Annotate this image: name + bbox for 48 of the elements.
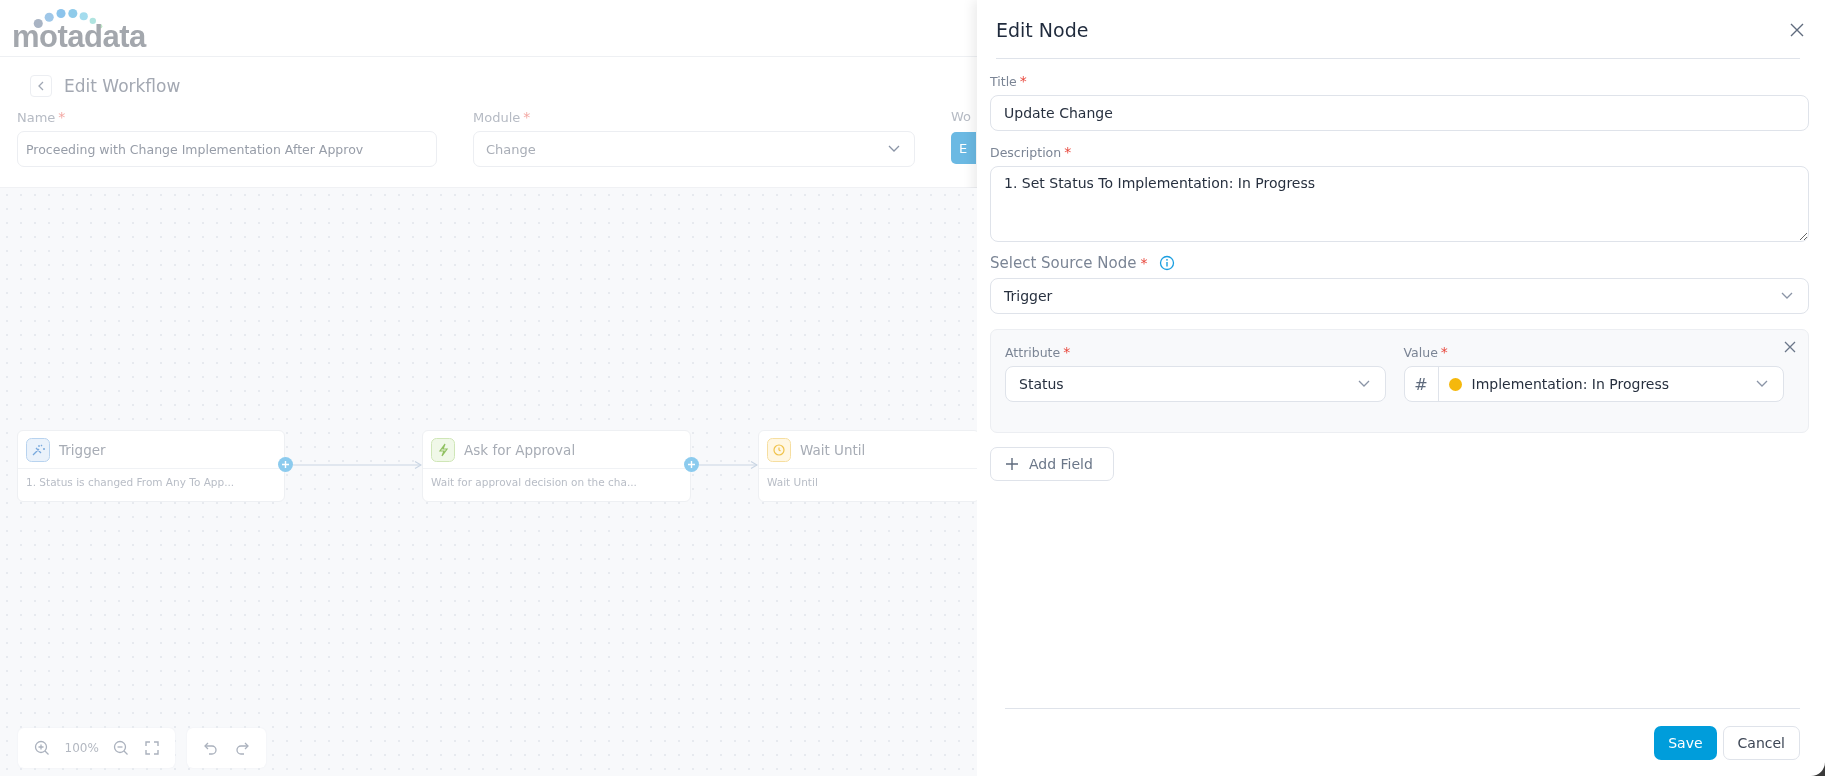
- info-icon[interactable]: [1159, 255, 1176, 271]
- field-label: Value: [1403, 344, 1438, 360]
- save-button[interactable]: Save: [1654, 726, 1717, 760]
- field-label: Select Source Node: [990, 254, 1137, 272]
- node-description: 1. Status is changed From Any To App...: [25, 475, 236, 490]
- add-field-button[interactable]: Add Field: [990, 447, 1114, 481]
- back-button[interactable]: [30, 75, 52, 97]
- logo: motadata: [12, 9, 146, 49]
- lightning-icon: [431, 438, 455, 462]
- hash-prefix: #: [1404, 367, 1439, 401]
- page-title: Edit Workflow: [64, 76, 181, 96]
- cancel-button[interactable]: Cancel: [1722, 726, 1800, 760]
- node-title: Trigger: [59, 442, 106, 458]
- plus-icon: [1005, 457, 1019, 471]
- source-node-dropdown[interactable]: Trigger: [990, 278, 1809, 314]
- required-mark: *: [1019, 73, 1027, 89]
- required-mark: *: [1440, 344, 1448, 360]
- close-icon[interactable]: [1783, 340, 1797, 354]
- clock-icon: [767, 438, 791, 462]
- value-dropdown[interactable]: # Implementation: In Progress: [1403, 366, 1784, 402]
- close-icon[interactable]: [1789, 22, 1805, 38]
- field-label: Title: [990, 73, 1017, 89]
- node-description: Wait Until: [766, 475, 819, 490]
- connector-arrow: [699, 460, 758, 470]
- title-field[interactable]: Update Change: [990, 95, 1809, 131]
- required-mark: *: [523, 109, 531, 125]
- panel-title: Edit Node: [996, 19, 1089, 41]
- add-node-icon[interactable]: [278, 457, 293, 472]
- node-title: Wait Until: [800, 442, 866, 458]
- zoom-in-icon[interactable]: [32, 739, 51, 757]
- wand-icon: [26, 438, 50, 462]
- required-mark: *: [1140, 255, 1148, 271]
- zoom-level: 100%: [64, 741, 99, 755]
- attribute-dropdown[interactable]: Status: [1005, 366, 1386, 402]
- fullscreen-icon[interactable]: [144, 740, 161, 756]
- field-label: Description: [990, 144, 1062, 160]
- required-mark: *: [1064, 144, 1072, 160]
- name-field[interactable]: Proceeding with Change Implementation After Approv: [17, 131, 437, 167]
- field-label: Attribute: [1005, 344, 1061, 360]
- field-label: Name: [17, 109, 56, 125]
- field-label: Wo: [951, 109, 972, 124]
- required-mark: *: [1063, 344, 1071, 360]
- field-label: Module: [473, 109, 521, 125]
- node-description: Wait for approval decision on the cha...: [430, 475, 638, 490]
- description-field[interactable]: 1. Set Status To Implementation: In Progress: [990, 166, 1809, 242]
- add-node-icon[interactable]: [684, 457, 699, 472]
- node-title: Ask for Approval: [464, 442, 576, 458]
- required-mark: *: [58, 109, 66, 125]
